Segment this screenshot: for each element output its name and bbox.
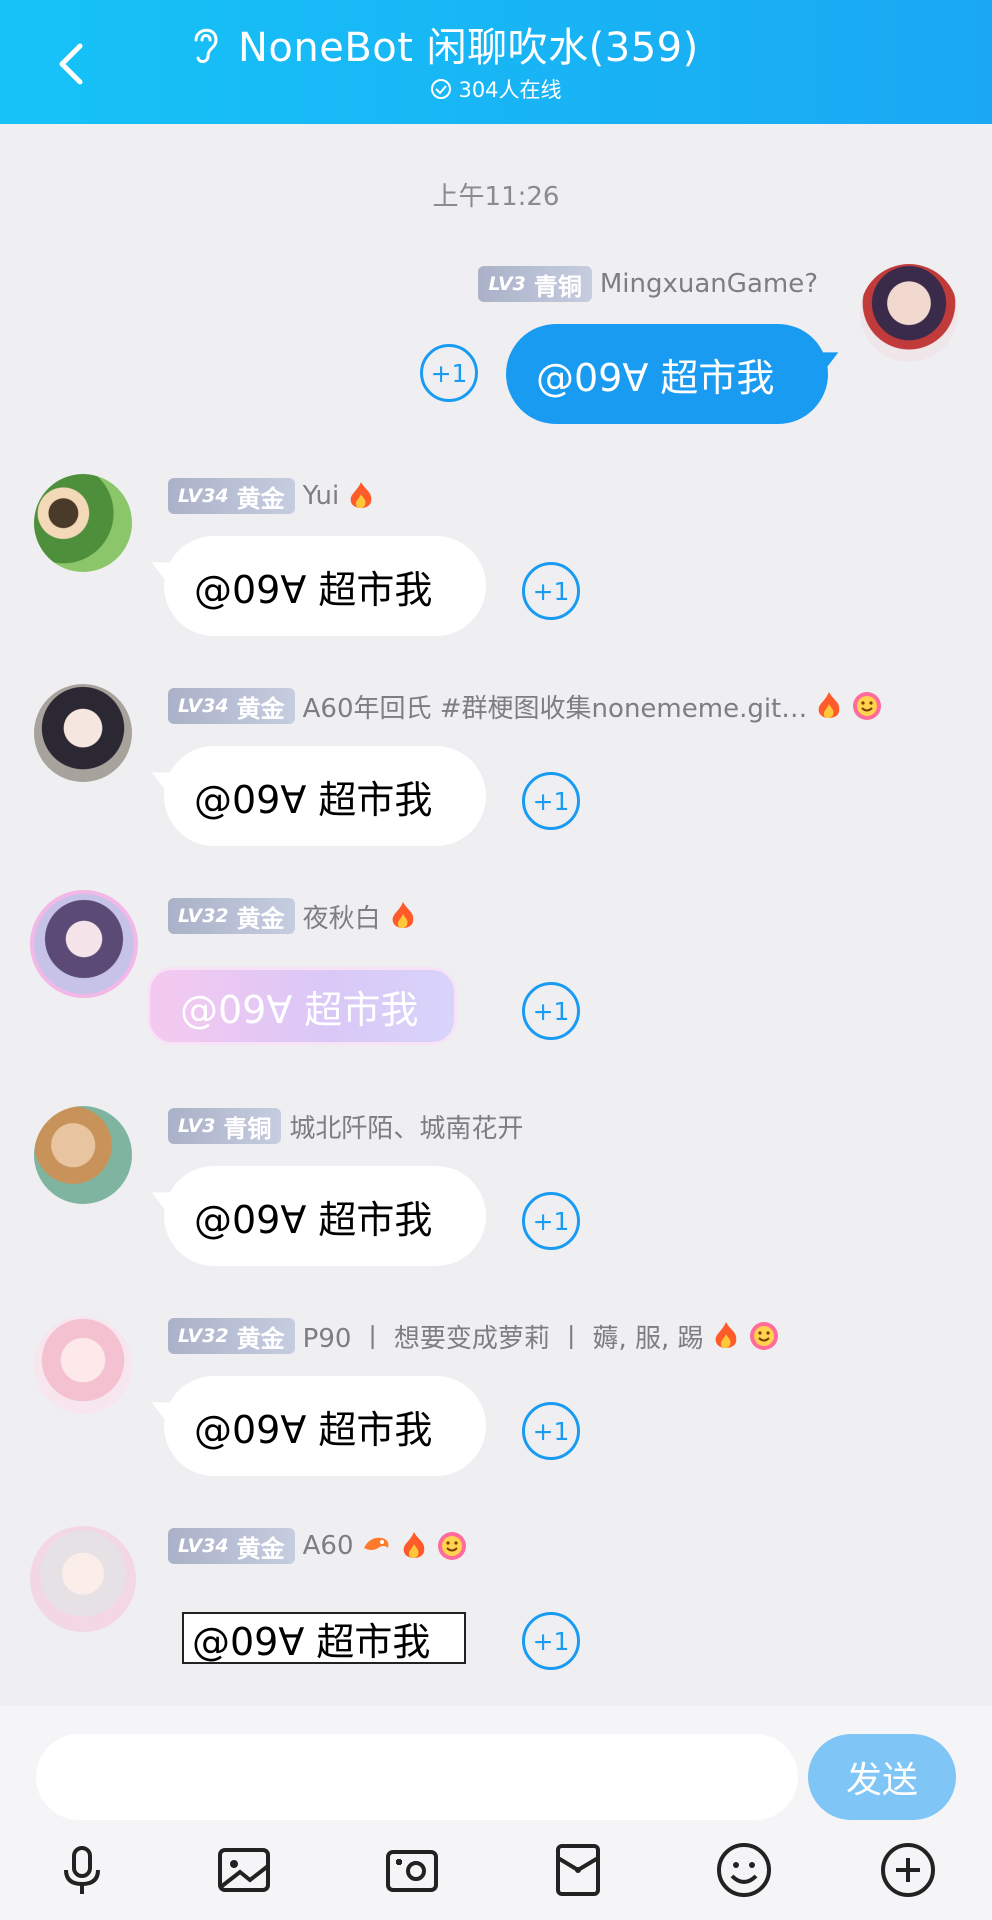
- plus-one-button[interactable]: +1: [522, 1192, 580, 1250]
- avatar[interactable]: [30, 1526, 136, 1632]
- fire-icon: [715, 1322, 736, 1348]
- message-text: @09∀ 超市我: [194, 567, 433, 612]
- message-bubble[interactable]: @09∀ 超市我: [164, 1376, 486, 1476]
- avatar[interactable]: [34, 1106, 132, 1204]
- red-packet-button[interactable]: [548, 1840, 608, 1900]
- sender-name: 城北阡陌、城南花开: [289, 1113, 524, 1144]
- sender-meta: LV32 黄金 P90 丨 想要变成萝莉 丨 薅, 服, 踢: [168, 1316, 780, 1356]
- message-text: @09∀ 超市我: [192, 1619, 431, 1664]
- message-text: @09∀ 超市我: [194, 777, 433, 822]
- sender-name: A60年回氏 #群梗图收集nonememe.git…: [302, 693, 808, 724]
- plus-one-button[interactable]: +1: [420, 344, 478, 402]
- plus-one-button[interactable]: +1: [522, 562, 580, 620]
- message-input[interactable]: [36, 1734, 798, 1820]
- message-bubble[interactable]: @09∀ 超市我: [150, 970, 454, 1042]
- fire-icon: [350, 482, 372, 508]
- emoji-icon: [717, 1843, 771, 1897]
- sender-name: P90 丨 想要变成萝莉 丨 薅, 服, 踢: [302, 1323, 704, 1354]
- smile-icon: [437, 1532, 466, 1560]
- title-row[interactable]: NoneBot 闲聊吹水(359): [186, 16, 699, 72]
- plus-one-button[interactable]: +1: [522, 982, 580, 1040]
- group-title: NoneBot 闲聊吹水(359): [238, 25, 699, 71]
- sender-meta: LV34 黄金 A60: [168, 1526, 468, 1566]
- message-bubble[interactable]: @09∀ 超市我: [182, 1612, 466, 1664]
- composer-bar: 发送: [0, 1706, 992, 1920]
- sender-meta: LV34 黄金 Yui: [168, 476, 377, 516]
- camera-button[interactable]: [382, 1840, 442, 1900]
- more-button[interactable]: [878, 1840, 938, 1900]
- plus-one-button[interactable]: +1: [522, 772, 580, 830]
- avatar[interactable]: [30, 890, 138, 998]
- message-text: @09∀ 超市我: [194, 1407, 433, 1452]
- level-badge: LV34 黄金: [168, 478, 295, 514]
- fire-icon: [403, 1532, 424, 1558]
- sender-name: A60: [302, 1531, 354, 1561]
- smile-icon: [853, 692, 882, 720]
- avatar[interactable]: [860, 264, 958, 362]
- camera-icon: [386, 1850, 438, 1892]
- message-bubble[interactable]: @09∀ 超市我: [164, 1166, 486, 1266]
- message-bubble[interactable]: @09∀ 超市我: [164, 536, 486, 636]
- message-text: @09∀ 超市我: [180, 987, 419, 1032]
- online-count: 304人在线: [0, 74, 992, 104]
- level-badge: LV34 黄金: [168, 1528, 295, 1564]
- voice-button[interactable]: [52, 1840, 112, 1900]
- ear-icon: [194, 28, 218, 64]
- sender-meta: LV34 黄金 A60年回氏 #群梗图收集nonememe.git…: [168, 686, 883, 726]
- avatar[interactable]: [34, 1316, 132, 1414]
- image-button[interactable]: [214, 1840, 274, 1900]
- message-bubble[interactable]: @09∀ 超市我: [164, 746, 486, 846]
- plus-one-button[interactable]: +1: [522, 1402, 580, 1460]
- level-badge: LV32 黄金: [168, 1318, 295, 1354]
- image-icon: [218, 1848, 270, 1892]
- message-text: @09∀ 超市我: [536, 355, 775, 400]
- sender-name: 夜秋白: [302, 903, 381, 934]
- level-badge: LV34 黄金: [168, 688, 295, 724]
- sender-meta: LV3 青铜 MingxuanGame?: [478, 264, 818, 304]
- level-badge: LV3 青铜: [168, 1108, 282, 1144]
- fire-icon: [818, 692, 840, 718]
- message-text: @09∀ 超市我: [194, 1197, 433, 1242]
- plus-icon: [881, 1843, 935, 1897]
- microphone-icon: [64, 1846, 100, 1894]
- online-count-text: 304人在线: [458, 78, 562, 102]
- chat-header: NoneBot 闲聊吹水(359) 304人在线: [0, 0, 992, 124]
- sender-name: Yui: [302, 481, 340, 511]
- plus-one-button[interactable]: +1: [522, 1612, 580, 1670]
- red-packet-icon: [556, 1844, 600, 1896]
- avatar[interactable]: [34, 474, 132, 572]
- level-badge: LV32 黄金: [168, 898, 295, 934]
- message-timestamp: 上午11:26: [432, 182, 560, 212]
- message-bubble[interactable]: @09∀ 超市我: [506, 324, 828, 424]
- avatar[interactable]: [34, 684, 132, 782]
- sender-name: MingxuanGame?: [599, 269, 818, 299]
- send-button[interactable]: 发送: [808, 1734, 956, 1820]
- level-badge: LV3 青铜: [478, 266, 592, 302]
- fire-icon: [392, 902, 413, 928]
- sender-meta: LV3 青铜 城北阡陌、城南花开: [168, 1106, 523, 1146]
- emoji-button[interactable]: [714, 1840, 774, 1900]
- dragon-icon: [363, 1537, 388, 1550]
- check-circle-icon: [431, 79, 452, 99]
- sender-meta: LV32 黄金 夜秋白: [168, 896, 419, 936]
- smile-icon: [749, 1322, 778, 1350]
